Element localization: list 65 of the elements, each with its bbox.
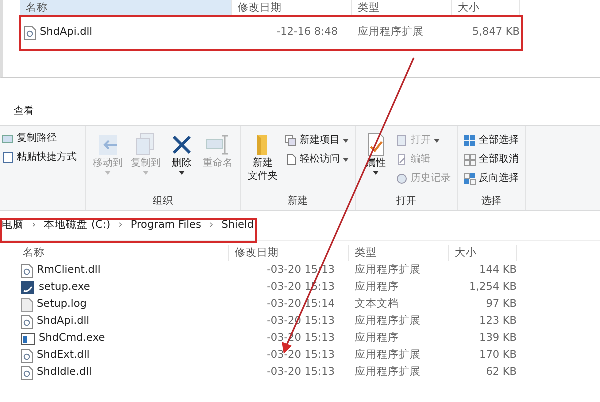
column-header[interactable]: 名称 bbox=[20, 0, 232, 16]
ribbon-button[interactable]: 粘贴快捷方式 bbox=[0, 149, 85, 166]
ribbon-button[interactable]: 轻松访问 bbox=[283, 151, 351, 168]
file-type: 应用程序扩展 bbox=[354, 262, 422, 278]
breadcrumb-item[interactable]: Shield bbox=[222, 218, 254, 234]
file-name[interactable]: Setup.log bbox=[37, 296, 87, 312]
group-label: 打开 bbox=[396, 194, 418, 209]
ribbon-button[interactable]: 全部取消 bbox=[462, 151, 521, 168]
file-type: 应用程序 bbox=[354, 280, 400, 295]
column-header[interactable]: 大小 bbox=[452, 0, 520, 16]
file-name[interactable]: ShdExt.dll bbox=[37, 348, 90, 364]
modified-date: -03-20 15:13 bbox=[266, 364, 336, 380]
file-type: 应用程序扩展 bbox=[354, 314, 422, 329]
group-label: 选择 bbox=[480, 194, 502, 209]
modified-date: -03-20 15:13 bbox=[266, 348, 336, 363]
file-type: 应用程序扩展 bbox=[354, 348, 422, 363]
chevron-icon: › bbox=[118, 218, 123, 234]
new-item-icon bbox=[285, 134, 297, 146]
file-size: 144 KB bbox=[478, 262, 517, 278]
text-file-icon bbox=[21, 298, 33, 312]
column-header[interactable]: 修改日期 bbox=[232, 0, 352, 16]
ribbon-button[interactable]: 反向选择 bbox=[462, 170, 521, 187]
window-icon bbox=[21, 332, 35, 344]
file-size: 1,254 KB bbox=[468, 280, 517, 295]
column-header[interactable]: 名称 bbox=[17, 245, 229, 261]
group-label: 组织 bbox=[152, 195, 174, 209]
select-all-icon bbox=[464, 134, 476, 146]
file-size: 170 KB bbox=[478, 348, 517, 363]
breadcrumb-item[interactable]: 本地磁盘 (C:) bbox=[44, 218, 111, 234]
breadcrumb-item[interactable]: 电脑 bbox=[2, 218, 24, 234]
file-size: 5,847 KB bbox=[472, 25, 520, 40]
ribbon-tab[interactable]: 查看 bbox=[14, 104, 34, 119]
file-name[interactable]: ShdCmd.exe bbox=[39, 330, 106, 346]
modified-date: -03-20 15:14 bbox=[266, 296, 336, 312]
file-type: 应用程序 bbox=[354, 330, 400, 346]
ribbon-button[interactable]: 复制路径 bbox=[0, 130, 85, 147]
column-header[interactable]: 修改日期 bbox=[229, 245, 349, 261]
ribbon-button[interactable]: 全部选择 bbox=[462, 132, 521, 149]
document-icon bbox=[285, 154, 297, 166]
breadcrumb-item[interactable]: Program Files bbox=[130, 218, 202, 234]
file-name[interactable]: ShdApi.dll bbox=[37, 314, 90, 330]
group-label: 新建 bbox=[287, 194, 309, 209]
ribbon-button[interactable]: 新建 文件夹 bbox=[245, 130, 281, 194]
ribbon-button[interactable]: 删除 bbox=[166, 130, 198, 194]
column-header[interactable]: 类型 bbox=[352, 0, 452, 16]
file-type: 应用程序扩展 bbox=[354, 364, 422, 380]
invert-selection-icon bbox=[464, 172, 476, 184]
chevron-icon: › bbox=[210, 218, 214, 234]
modified-date: -12-16 8:48 bbox=[276, 25, 339, 40]
ribbon-button[interactable]: 新建项目 bbox=[283, 132, 351, 149]
file-size: 123 KB bbox=[478, 314, 517, 329]
file-name[interactable]: setup.exe bbox=[39, 280, 90, 296]
column-header[interactable]: 大小 bbox=[449, 245, 517, 261]
file-size: 139 KB bbox=[478, 330, 517, 346]
chevron-icon: › bbox=[32, 218, 36, 234]
file-name[interactable]: ShdIdle.dll bbox=[37, 364, 92, 380]
installer-icon bbox=[21, 280, 35, 294]
file-size: 62 KB bbox=[485, 364, 517, 380]
file-type: 文本文档 bbox=[354, 296, 400, 312]
select-none-icon bbox=[464, 154, 476, 166]
column-header[interactable]: 类型 bbox=[349, 245, 449, 261]
file-type: 应用程序扩展 bbox=[357, 25, 425, 40]
file-name[interactable]: ShdApi.dll bbox=[40, 25, 93, 41]
file-name[interactable]: RmClient.dll bbox=[37, 262, 101, 278]
file-size: 97 KB bbox=[485, 296, 517, 312]
